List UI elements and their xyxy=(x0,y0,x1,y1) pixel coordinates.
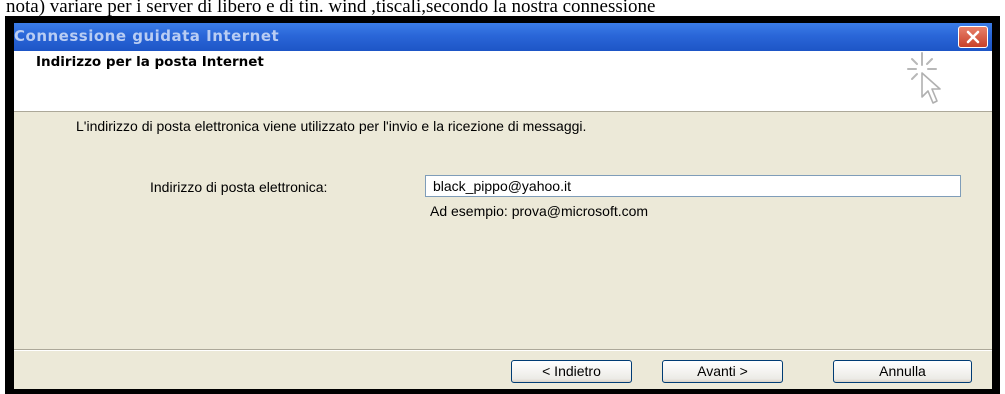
example-text: Ad esempio: prova@microsoft.com xyxy=(430,203,649,219)
wizard-window: Connessione guidata Internet Indirizzo p… xyxy=(14,23,992,389)
window-title: Connessione guidata Internet xyxy=(14,27,280,45)
next-button[interactable]: Avanti > xyxy=(662,360,783,383)
email-label: Indirizzo di posta elettronica: xyxy=(150,179,328,195)
back-button[interactable]: < Indietro xyxy=(511,360,632,383)
email-field[interactable] xyxy=(425,175,961,197)
wizard-sparkle-icon xyxy=(907,52,941,104)
header-panel: Indirizzo per la posta Internet xyxy=(14,51,992,112)
close-icon xyxy=(966,30,980,44)
description-text: L'indirizzo di posta elettronica viene u… xyxy=(76,118,587,134)
title-bar[interactable]: Connessione guidata Internet xyxy=(14,23,992,51)
page-title: Indirizzo per la posta Internet xyxy=(36,54,264,70)
cancel-button[interactable]: Annulla xyxy=(833,360,972,383)
close-button[interactable] xyxy=(958,26,988,48)
divider xyxy=(14,349,992,351)
